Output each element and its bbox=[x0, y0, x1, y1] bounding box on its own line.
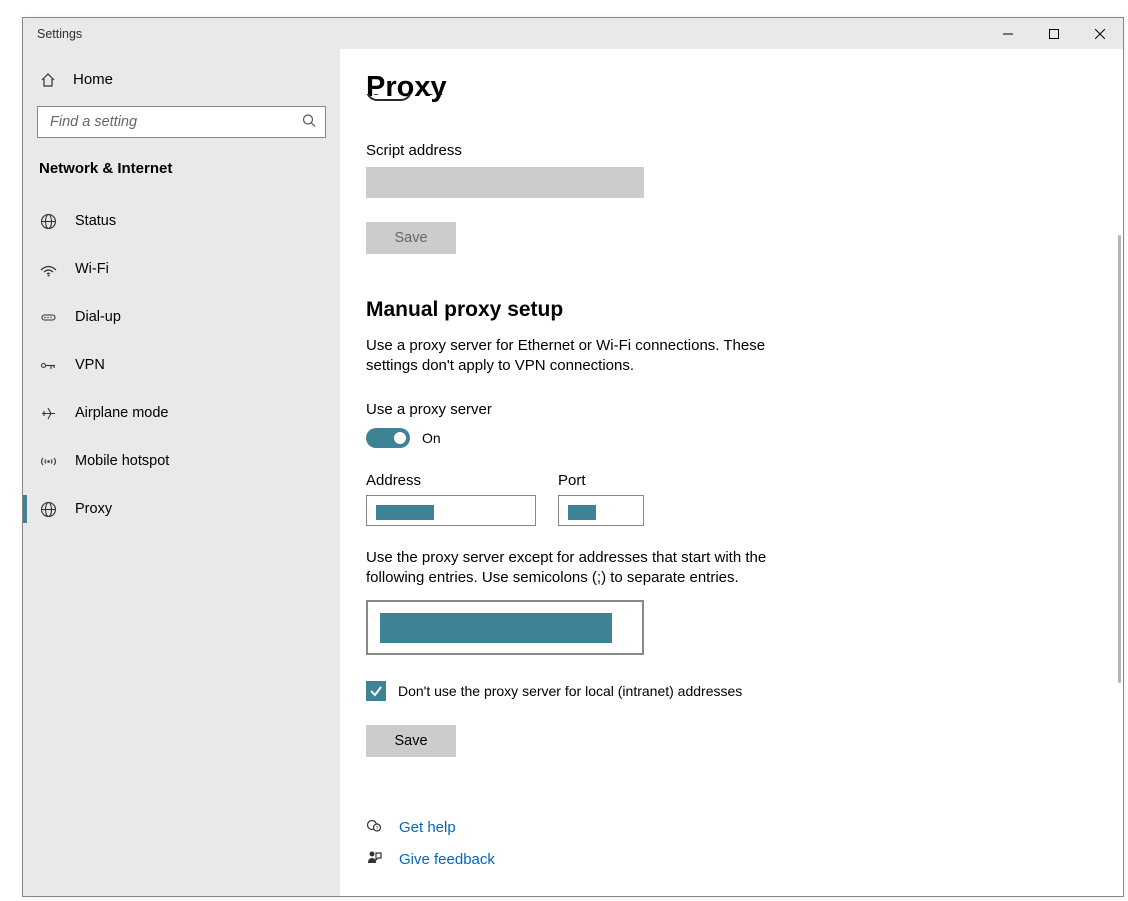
exceptions-input[interactable] bbox=[366, 600, 644, 655]
sidebar-item-label: Airplane mode bbox=[75, 405, 169, 421]
scrollbar-thumb[interactable] bbox=[1118, 235, 1121, 683]
hotspot-icon bbox=[39, 453, 57, 470]
script-address-label: Script address bbox=[366, 142, 1123, 159]
home-label: Home bbox=[73, 71, 113, 88]
window-controls bbox=[985, 18, 1123, 49]
settings-window: Settings Home bbox=[22, 17, 1124, 897]
sidebar: Home Network & Internet Status bbox=[23, 49, 340, 896]
manual-proxy-desc: Use a proxy server for Ethernet or Wi-Fi… bbox=[366, 336, 816, 377]
vpn-icon bbox=[39, 357, 57, 374]
sidebar-item-dialup[interactable]: Dial-up bbox=[23, 293, 340, 341]
address-label: Address bbox=[366, 472, 536, 489]
sidebar-item-wifi[interactable]: Wi-Fi bbox=[23, 245, 340, 293]
titlebar: Settings bbox=[23, 18, 1123, 49]
sidebar-item-hotspot[interactable]: Mobile hotspot bbox=[23, 437, 340, 485]
save-script-button[interactable]: Save bbox=[366, 222, 456, 254]
search-icon bbox=[302, 114, 316, 131]
local-bypass-checkbox[interactable] bbox=[366, 681, 386, 701]
sidebar-category: Network & Internet bbox=[23, 146, 340, 185]
give-feedback-link[interactable]: Give feedback bbox=[399, 851, 495, 868]
home-button[interactable]: Home bbox=[23, 61, 340, 98]
sidebar-item-label: Proxy bbox=[75, 501, 112, 517]
use-proxy-label: Use a proxy server bbox=[366, 401, 1123, 418]
redacted-port bbox=[568, 505, 596, 520]
dialup-icon bbox=[39, 309, 57, 326]
exceptions-label: Use the proxy server except for addresse… bbox=[366, 548, 776, 589]
toggle-state-label: On bbox=[422, 430, 441, 446]
script-address-input[interactable] bbox=[366, 167, 644, 198]
manual-proxy-heading: Manual proxy setup bbox=[366, 298, 1123, 322]
redacted-address bbox=[376, 505, 434, 520]
sidebar-item-status[interactable]: Status bbox=[23, 197, 340, 245]
airplane-icon bbox=[39, 405, 57, 422]
search-input[interactable] bbox=[37, 106, 326, 138]
sidebar-item-label: Status bbox=[75, 213, 116, 229]
local-bypass-label: Don't use the proxy server for local (in… bbox=[398, 683, 742, 699]
sidebar-item-airplane[interactable]: Airplane mode bbox=[23, 389, 340, 437]
content-area: Proxy Off Script address Save Manual pro… bbox=[340, 49, 1123, 896]
maximize-button[interactable] bbox=[1031, 18, 1077, 49]
globe-icon bbox=[39, 501, 57, 518]
home-icon bbox=[39, 72, 57, 88]
help-icon: ? bbox=[366, 817, 383, 837]
close-button[interactable] bbox=[1077, 18, 1123, 49]
wifi-icon bbox=[39, 261, 57, 278]
window-title: Settings bbox=[37, 27, 82, 41]
sidebar-item-label: Wi-Fi bbox=[75, 261, 109, 277]
redacted-exceptions bbox=[380, 613, 612, 643]
sidebar-item-vpn[interactable]: VPN bbox=[23, 341, 340, 389]
port-label: Port bbox=[558, 472, 644, 489]
sidebar-item-label: VPN bbox=[75, 357, 105, 373]
sidebar-item-label: Mobile hotspot bbox=[75, 453, 169, 469]
minimize-button[interactable] bbox=[985, 18, 1031, 49]
sidebar-item-label: Dial-up bbox=[75, 309, 121, 325]
use-proxy-toggle[interactable] bbox=[366, 428, 410, 448]
get-help-link[interactable]: Get help bbox=[399, 819, 456, 836]
toggle-state-label: Off bbox=[424, 94, 444, 99]
svg-text:?: ? bbox=[376, 826, 379, 832]
save-manual-button[interactable]: Save bbox=[366, 725, 456, 757]
sidebar-item-proxy[interactable]: Proxy bbox=[23, 485, 340, 533]
feedback-icon bbox=[366, 849, 383, 869]
setup-script-toggle[interactable]: Off bbox=[366, 94, 1123, 118]
globe-icon bbox=[39, 213, 57, 230]
